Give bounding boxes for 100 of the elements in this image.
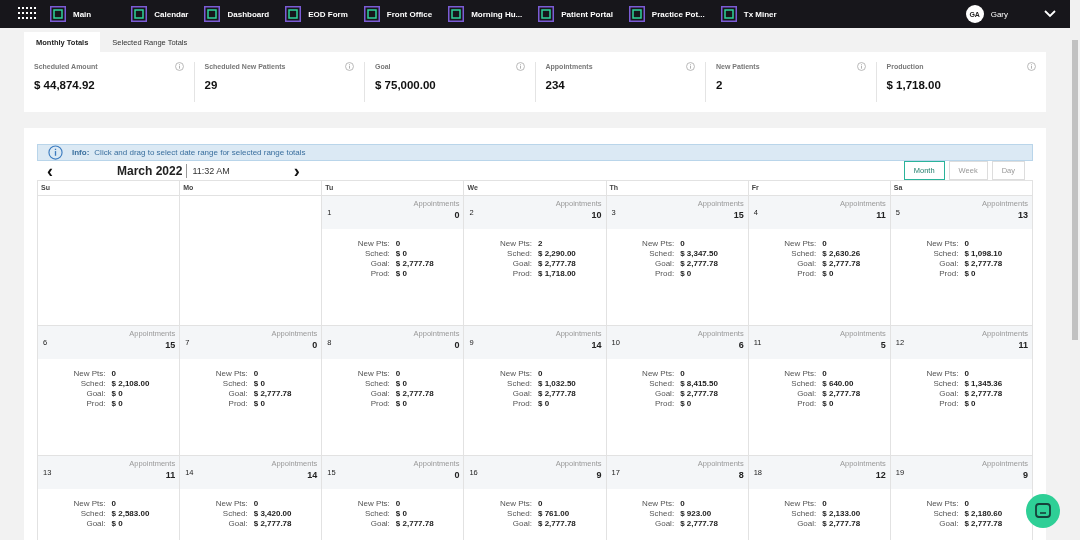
- stat-value: 0: [964, 499, 969, 508]
- stat-label: Sched:: [80, 509, 106, 518]
- stat-label: Prod:: [370, 399, 390, 408]
- nav-link[interactable]: Morning Hu...: [448, 6, 523, 22]
- stat-value: $ 2,777.78: [395, 519, 434, 528]
- info-icon[interactable]: [1027, 62, 1036, 71]
- stat-value: $ 0: [395, 269, 407, 278]
- nav-link[interactable]: Tx Miner: [720, 6, 777, 22]
- stat-label: New Pts:: [784, 499, 817, 508]
- appointments-count: 10: [591, 210, 602, 220]
- stat-value: $ 761.00: [538, 509, 570, 518]
- month-title: March 2022: [117, 163, 188, 178]
- info-icon[interactable]: [174, 62, 184, 71]
- stat-value: $ 2,777.78: [822, 519, 861, 528]
- info-icon[interactable]: [686, 62, 695, 71]
- stat-label: Goal:: [512, 519, 532, 528]
- stat-label: Prod:: [512, 269, 532, 278]
- stat-value: $ 2,777.78: [822, 259, 861, 268]
- stat-label: Prod:: [797, 269, 817, 278]
- stat-label: Goal:: [512, 259, 532, 268]
- stat-value: $ 0: [395, 249, 407, 258]
- appointments-count: 0: [454, 340, 460, 350]
- stat-value: 0: [253, 369, 259, 378]
- nav-link[interactable]: Dashboard: [204, 6, 270, 22]
- stat-value: $ 8,415.50: [680, 379, 718, 388]
- stat-label: Goal:: [655, 389, 675, 398]
- chat-button[interactable]: [1026, 494, 1060, 528]
- stat-value: $ 0: [538, 399, 550, 408]
- appointments-count: 11: [1018, 340, 1028, 350]
- app-grid-icon[interactable]: [18, 7, 36, 21]
- stat-label: New Pts:: [357, 369, 390, 378]
- stat-label: New Pts:: [73, 369, 106, 378]
- stat-label: Goal:: [370, 259, 390, 268]
- stat-label: Goal:: [797, 519, 817, 528]
- stat-value: $ 2,777.78: [538, 389, 576, 398]
- stat-label: Goal:: [86, 389, 106, 398]
- stat-label: Sched:: [364, 249, 390, 258]
- appointments-count: 0: [312, 340, 318, 350]
- stat-value: $ 0: [395, 399, 407, 408]
- appointments-count: 11: [165, 470, 176, 480]
- nav-link[interactable]: Practice Pot...: [628, 6, 705, 22]
- stat-value: $ 0: [395, 379, 407, 388]
- stat-label: New Pts:: [926, 499, 959, 508]
- stat-value: $ 2,777.78: [964, 389, 1003, 398]
- info-icon[interactable]: [515, 62, 525, 71]
- stat-label: Goal:: [655, 259, 675, 268]
- stat-label: Goal:: [228, 389, 248, 398]
- stat-value: $ 1,718.00: [886, 79, 942, 91]
- stat-value: $ 1,098.10: [964, 249, 1003, 258]
- stat-value: 2: [716, 79, 724, 91]
- stat-label: Sched:: [649, 249, 675, 258]
- stat-value: $ 2,777.78: [253, 519, 292, 528]
- user-name: Gary: [990, 9, 1008, 19]
- stat-label: Goal:: [655, 519, 675, 528]
- appointments-count: 12: [875, 470, 886, 480]
- stat-value: $ 0: [111, 519, 123, 528]
- stat-value: 0: [253, 499, 259, 508]
- stat-value: 0: [822, 499, 827, 508]
- stat-label: New Pts:: [784, 369, 817, 378]
- stat-value: $ 2,777.78: [964, 259, 1003, 268]
- stat-label: Prod:: [655, 399, 675, 408]
- nav-link[interactable]: EOD Form: [285, 6, 348, 22]
- stat-value: $ 2,133.00: [822, 509, 861, 518]
- stat-label: New Pts:: [642, 499, 675, 508]
- nav-link[interactable]: Front Office: [363, 6, 433, 22]
- nav-link[interactable]: Main: [50, 6, 92, 22]
- info-icon[interactable]: [345, 62, 354, 71]
- stat-label: New Pts:: [215, 369, 248, 378]
- square-icon: [538, 6, 555, 22]
- stat-label: New Pts:: [215, 499, 248, 508]
- stat-label: New Pts:: [357, 499, 390, 508]
- stat-label: Prod:: [86, 399, 106, 408]
- stat-label: Goal:: [370, 519, 390, 528]
- stat-label: New Pts:: [642, 239, 675, 248]
- chevron-down-icon[interactable]: [1044, 10, 1056, 18]
- stat-label: Prod:: [512, 399, 532, 408]
- nav-link[interactable]: Patient Portal: [538, 6, 613, 22]
- stat-value: 0: [538, 369, 543, 378]
- stat-label: New Pts:: [357, 239, 390, 248]
- stat-value: 0: [395, 239, 401, 248]
- stat-value: $ 1,345.36: [964, 379, 1003, 388]
- stat-label: Sched:: [933, 509, 959, 518]
- stat-value: $ 44,874.92: [34, 79, 96, 91]
- square-icon: [628, 6, 645, 22]
- nav-link[interactable]: Calendar: [131, 6, 189, 22]
- previous-month-button[interactable]: ‹: [45, 161, 55, 180]
- appointments-count: 8: [738, 470, 744, 480]
- stat-label: Sched:: [791, 249, 817, 258]
- stat-value: $ 0: [822, 269, 834, 278]
- stat-value: 0: [395, 499, 401, 508]
- stat-value: $ 0: [680, 399, 692, 408]
- stat-label: Goal:: [939, 519, 959, 528]
- stat-value: 0: [822, 239, 827, 248]
- stat-label: Sched:: [364, 509, 390, 518]
- next-month-button[interactable]: ›: [291, 161, 302, 180]
- stat-value: $ 2,777.78: [538, 519, 576, 528]
- stat-value: 0: [964, 369, 969, 378]
- stat-value: $ 2,180.60: [964, 509, 1003, 518]
- info-icon[interactable]: [856, 62, 866, 71]
- stat-label: New Pts:: [499, 239, 532, 248]
